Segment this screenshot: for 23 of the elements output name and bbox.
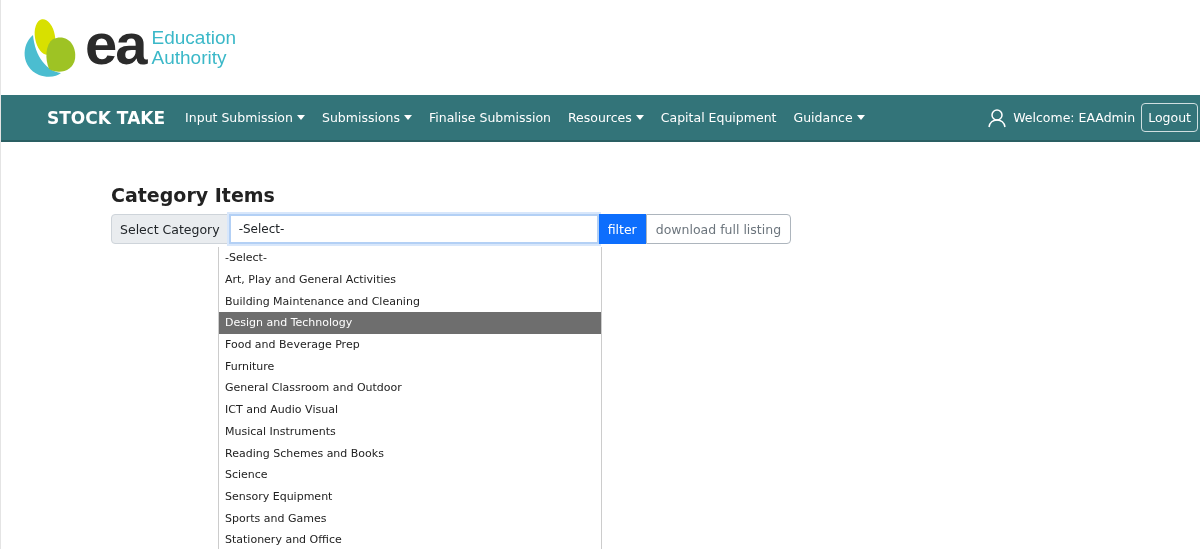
caret-icon — [404, 115, 412, 120]
nav-dropdown[interactable]: Input Submission — [185, 110, 305, 125]
logo-text: Authority — [151, 47, 228, 68]
select-label: Select Category — [111, 214, 229, 244]
caret-icon — [635, 115, 644, 120]
user-icon — [987, 107, 1008, 128]
brand-title[interactable]: STOCK TAKE — [47, 107, 166, 128]
welcome-text: Welcome: EAAdmin — [1013, 110, 1136, 125]
nav-dropdown[interactable]: Guidance — [793, 110, 865, 125]
caret-icon — [856, 115, 865, 120]
download-button[interactable]: download full listing — [645, 214, 792, 244]
caret-icon — [296, 115, 305, 120]
nav-dropdown[interactable]: Submissions — [321, 110, 412, 125]
filter-button[interactable]: filter — [598, 214, 646, 244]
category-select[interactable]: -Select- — [228, 214, 599, 244]
nav-link[interactable]: Capital Equipment — [660, 110, 777, 125]
dropdown-option[interactable]: Design and Technology — [219, 312, 601, 334]
nav-link[interactable]: Finalise Submission — [429, 110, 551, 125]
logo-text: Education — [151, 27, 237, 48]
nav-dropdown[interactable]: Resources — [567, 110, 644, 125]
logo-mark: ea — [85, 14, 146, 73]
logout-button[interactable]: Logout — [1141, 103, 1198, 132]
page-title: Category Items — [111, 184, 276, 206]
